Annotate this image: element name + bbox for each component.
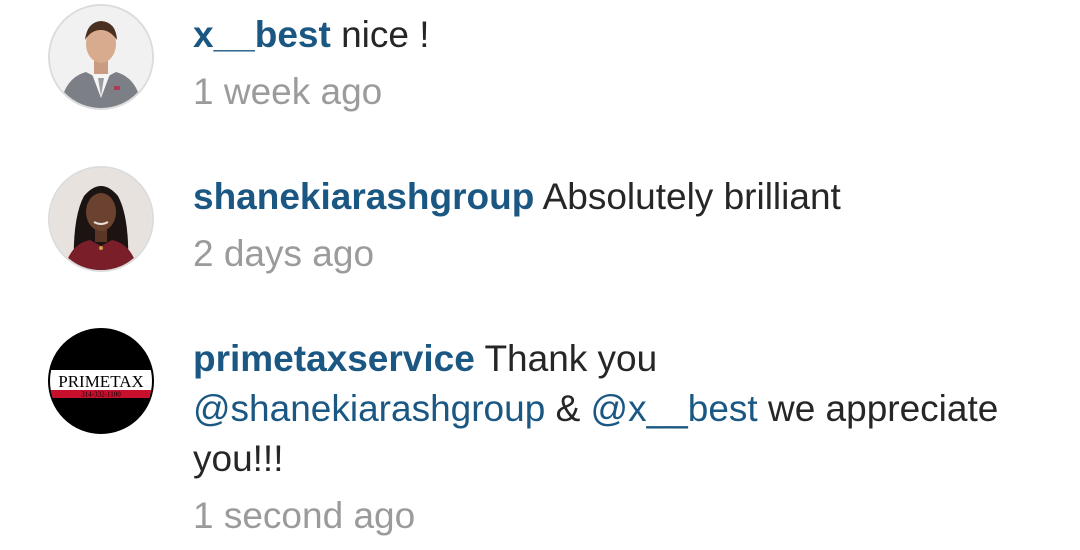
comment-username[interactable]: shanekiarashgroup [193, 176, 534, 217]
mention-link[interactable]: @x__best [591, 388, 758, 429]
logo-phone: 314-332-1100 [81, 391, 121, 399]
comment-text: primetaxservice Thank you @shanekiarashg… [193, 334, 1053, 484]
comment-message-start: Thank you [484, 338, 658, 379]
comment-text: x__best nice ! [193, 10, 1053, 60]
comment-item: PRIMETAX 314-332-1100 primetaxservice Th… [0, 324, 1080, 550]
avatar[interactable] [48, 4, 154, 110]
comment-username[interactable]: primetaxservice [193, 338, 475, 379]
comment-body: primetaxservice Thank you @shanekiarashg… [193, 334, 1053, 538]
comment-item: shanekiarashgroup Absolutely brilliant 2… [0, 162, 1080, 322]
comment-timestamp: 1 week ago [193, 71, 383, 112]
comment-username[interactable]: x__best [193, 14, 331, 55]
avatar[interactable]: PRIMETAX 314-332-1100 [48, 328, 154, 434]
user-photo-icon [50, 168, 152, 270]
mention-link[interactable]: @shanekiarashgroup [193, 388, 545, 429]
comment-item: x__best nice ! 1 week ago [0, 0, 1080, 160]
avatar[interactable] [48, 166, 154, 272]
comment-body: shanekiarashgroup Absolutely brilliant 2… [193, 172, 1053, 276]
comment-body: x__best nice ! 1 week ago [193, 10, 1053, 114]
user-photo-icon [50, 6, 152, 108]
comment-text: shanekiarashgroup Absolutely brilliant [193, 172, 1053, 222]
comment-timestamp: 2 days ago [193, 233, 375, 274]
logo-text: PRIMETAX [58, 372, 144, 391]
comment-connector: & [555, 388, 581, 429]
comment-message: Absolutely brilliant [542, 176, 841, 217]
primetax-logo: PRIMETAX 314-332-1100 [50, 330, 152, 432]
comment-message: nice ! [341, 14, 430, 55]
comment-timestamp: 1 second ago [193, 495, 416, 536]
